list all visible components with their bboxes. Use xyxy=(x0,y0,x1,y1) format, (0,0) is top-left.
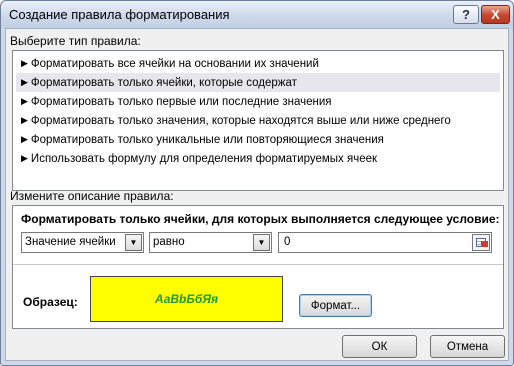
ok-button[interactable]: ОК xyxy=(342,335,417,358)
close-button[interactable]: X xyxy=(481,5,510,24)
rule-item-formula[interactable]: ▶ Использовать формулу для определения фо… xyxy=(16,149,500,168)
triangle-right-icon: ▶ xyxy=(21,96,28,106)
condition-value-text: 0 xyxy=(284,236,291,248)
operator-select[interactable]: равно ▼ xyxy=(149,232,272,253)
rule-item-label: Форматировать только значения, которые н… xyxy=(30,115,451,127)
cell-reference-button[interactable] xyxy=(472,234,490,251)
condition-value-input[interactable]: 0 xyxy=(278,232,492,253)
rule-item-label: Форматировать только первые или последни… xyxy=(30,96,332,108)
rule-item-contains[interactable]: ▶ Форматировать только ячейки, которые со… xyxy=(16,73,500,92)
triangle-right-icon: ▶ xyxy=(21,77,28,87)
triangle-right-icon: ▶ xyxy=(21,134,28,144)
divider xyxy=(13,264,503,265)
rule-item-label: Форматировать все ячейки на основании их… xyxy=(30,58,319,70)
rule-type-label: Выберите тип правила: xyxy=(10,34,141,48)
condition-field-value: Значение ячейки xyxy=(25,236,116,248)
preview-text: АаВbБбЯя xyxy=(154,292,219,306)
chevron-down-icon[interactable]: ▼ xyxy=(125,234,142,251)
chevron-down-icon[interactable]: ▼ xyxy=(253,234,270,251)
triangle-right-icon: ▶ xyxy=(21,153,28,163)
rule-item-above-below-average[interactable]: ▶ Форматировать только значения, которые … xyxy=(16,111,500,130)
triangle-right-icon: ▶ xyxy=(21,115,28,125)
rule-item-label: Форматировать только уникальные или повт… xyxy=(30,134,384,146)
operator-value: равно xyxy=(153,236,185,248)
format-preview: АаВbБбЯя xyxy=(90,276,283,322)
dialog-window: Создание правила форматирования ? X Выбе… xyxy=(0,0,514,366)
rule-item-unique-duplicate[interactable]: ▶ Форматировать только уникальные или пов… xyxy=(16,130,500,149)
help-button[interactable]: ? xyxy=(453,5,479,24)
dialog-body: Выберите тип правила: ▶ Форматировать все… xyxy=(5,28,509,361)
condition-field-select[interactable]: Значение ячейки ▼ xyxy=(21,232,144,253)
range-select-arrow-icon xyxy=(481,241,488,247)
triangle-right-icon: ▶ xyxy=(21,58,28,68)
format-button[interactable]: Формат... xyxy=(299,294,372,317)
rule-type-list[interactable]: ▶ Форматировать все ячейки на основании и… xyxy=(12,50,504,191)
title-bar[interactable]: Создание правила форматирования ? X xyxy=(1,1,513,28)
dialog-title: Создание правила форматирования xyxy=(9,7,230,22)
rule-description-panel: Форматировать только ячейки, для которых… xyxy=(12,205,504,329)
description-label: Измените описание правила: xyxy=(10,189,174,203)
rule-item-label: Форматировать только ячейки, которые сод… xyxy=(30,77,297,89)
cancel-button[interactable]: Отмена xyxy=(430,335,505,358)
condition-heading: Форматировать только ячейки, для которых… xyxy=(21,212,500,226)
rule-item-all-cells[interactable]: ▶ Форматировать все ячейки на основании и… xyxy=(16,54,500,73)
rule-item-top-bottom[interactable]: ▶ Форматировать только первые или последн… xyxy=(16,92,500,111)
sample-label: Образец: xyxy=(23,295,78,309)
rule-item-label: Использовать формулу для определения фор… xyxy=(30,153,378,165)
